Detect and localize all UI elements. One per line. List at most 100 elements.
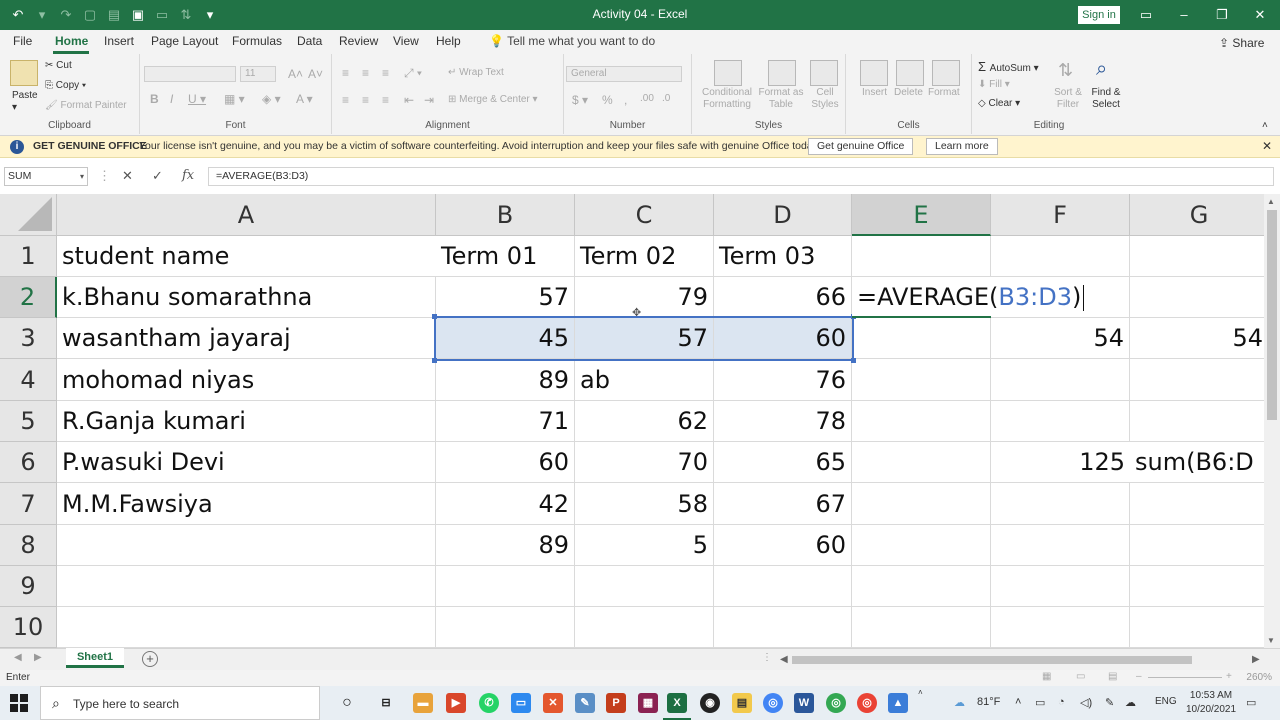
find-icon[interactable]: ⌕ [1096,58,1107,81]
cell-e1[interactable] [852,236,991,277]
zoom-slider[interactable] [1148,677,1222,678]
powerpoint-icon[interactable]: P [606,693,626,713]
cell-g3[interactable]: 54 [1130,318,1264,359]
find-select-button[interactable]: Find & Select [1088,87,1124,111]
horizontal-scroll-thumb[interactable] [792,656,1192,664]
cell-a2[interactable]: k.Bhanu somarathna [57,277,436,318]
learn-more-button[interactable]: Learn more [926,138,998,155]
column-header-f[interactable]: F [991,194,1130,236]
cell-b7[interactable]: 42 [436,483,575,525]
tab-formulas[interactable]: Formulas [232,34,282,48]
pen-app-icon[interactable]: ✎ [575,693,595,713]
cell-b6[interactable]: 60 [436,442,575,483]
word-icon[interactable]: W [794,693,814,713]
photos-icon[interactable]: ▲ [888,693,908,713]
copy-button[interactable]: ⎘ Copy ▾ [45,80,86,91]
insert-function-icon[interactable]: fx [182,168,194,183]
cell-a7[interactable]: M.M.Fawsiya [57,483,436,525]
insert-cells-icon[interactable] [860,60,888,86]
scroll-up-icon[interactable]: ▲ [1267,197,1275,206]
insert-cells-button[interactable]: Insert [862,87,887,98]
cell-b10[interactable] [436,607,575,648]
cell-b1[interactable]: Term 01 [436,236,575,277]
tab-split-handle-icon[interactable]: ⋮ [762,652,772,663]
cell-g9[interactable] [1130,566,1264,607]
battery-icon[interactable]: ▭ [1035,696,1045,709]
cell-b3[interactable]: 45 [436,318,575,359]
row-header-4[interactable]: 4 [0,359,57,401]
comma-icon[interactable]: , [624,93,627,107]
share-button[interactable]: ⇪ Share [1212,32,1271,52]
cell-b9[interactable] [436,566,575,607]
cell-d5[interactable]: 78 [714,401,852,442]
cell-a5[interactable]: R.Ganja kumari [57,401,436,442]
cell-a8[interactable] [57,525,436,566]
cell-e7[interactable] [852,483,991,525]
cut-button[interactable]: ✂ Cut [45,60,72,71]
cell-f7[interactable] [991,483,1130,525]
prev-sheet-icon[interactable]: ◀ [14,652,22,663]
collapse-ribbon-icon[interactable]: ˄ [1262,120,1268,131]
enter-formula-icon[interactable]: ✓ [152,168,163,184]
onedrive-icon[interactable]: ☁ [1125,696,1136,709]
language-indicator[interactable]: ENG [1155,696,1177,707]
cell-b2[interactable]: 57 [436,277,575,318]
cell-a10[interactable] [57,607,436,648]
select-all-button[interactable] [0,194,57,236]
borders-icon[interactable]: ▦ ▾ [224,92,245,106]
cell-d8[interactable]: 60 [714,525,852,566]
format-cells-icon[interactable] [932,60,960,86]
chrome-profile-2-icon[interactable]: ◎ [857,693,877,713]
increase-decimal-icon[interactable]: .00 [640,93,654,104]
cell-g8[interactable] [1130,525,1264,566]
minimize-icon[interactable]: – [1171,4,1197,26]
close-icon[interactable]: ✕ [1247,4,1273,26]
cell-f6[interactable]: 125 [991,442,1130,483]
tell-me-search[interactable]: 💡 Tell me what you want to do [489,34,655,48]
chrome-profile-icon[interactable]: ◎ [826,693,846,713]
cell-c8[interactable]: 5 [575,525,714,566]
zoom-out-icon[interactable]: – [1136,671,1142,682]
cell-f10[interactable] [991,607,1130,648]
cell-e10[interactable] [852,607,991,648]
format-painter-button[interactable]: 🖌 Format Painter [45,100,127,111]
row-header-5[interactable]: 5 [0,401,57,442]
cell-e2-editor[interactable]: =AVERAGE(B3:D3) [852,278,1085,317]
row-header-10[interactable]: 10 [0,607,57,648]
name-box[interactable]: SUM ▾ [4,167,88,186]
row-header-2[interactable]: 2 [0,277,57,318]
windows-start-icon[interactable] [10,694,28,712]
currency-icon[interactable]: $ ▾ [572,93,588,107]
cell-e9[interactable] [852,566,991,607]
cell-c9[interactable] [575,566,714,607]
ribbon-display-icon[interactable]: ▭ [1133,4,1159,26]
scroll-left-icon[interactable]: ◀ [780,654,788,665]
cell-f4[interactable] [991,359,1130,401]
cell-e3[interactable] [852,318,991,359]
excel-icon[interactable]: X [667,693,687,713]
column-header-g[interactable]: G [1130,194,1264,236]
cell-d9[interactable] [714,566,852,607]
chrome-icon[interactable]: ◎ [763,693,783,713]
percent-icon[interactable]: % [602,93,613,107]
zoom-level[interactable]: 260% [1246,672,1272,683]
cell-e8[interactable] [852,525,991,566]
italic-icon[interactable]: I [170,92,173,106]
maximize-icon[interactable]: ❐ [1209,4,1235,26]
cell-a9[interactable] [57,566,436,607]
cell-f8[interactable] [991,525,1130,566]
cell-d2[interactable]: 66 [714,277,852,318]
format-cells-button[interactable]: Format [928,87,960,98]
system-clock[interactable]: 10:53 AM 10/20/2021 [1186,689,1236,717]
horizontal-scrollbar[interactable]: ◀ ▶ [778,653,1264,667]
monitor-app-icon[interactable]: ▭ [511,693,531,713]
number-format-box[interactable]: General [566,66,682,82]
format-as-table-button[interactable]: Format as Table [758,87,804,111]
cell-e5[interactable] [852,401,991,442]
paste-dropdown-icon[interactable]: ▾ [12,102,17,113]
sheet-tab-sheet1[interactable]: Sheet1 [66,648,124,668]
font-color-icon[interactable]: A ▾ [296,92,313,106]
cell-styles-button[interactable]: Cell Styles [808,87,842,111]
cell-c1[interactable]: Term 02 [575,236,714,277]
clear-button[interactable]: ◇ Clear ▾ [978,98,1020,109]
